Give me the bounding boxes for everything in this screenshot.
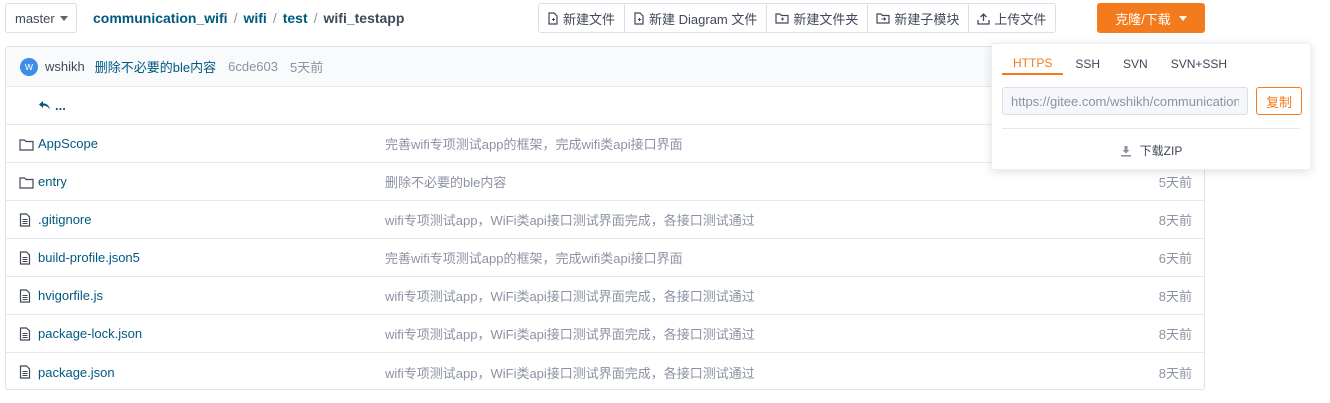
divider [1002, 128, 1300, 129]
clone-url-input[interactable] [1002, 87, 1248, 115]
tab-https[interactable]: HTTPS [1002, 52, 1064, 75]
file-icon [19, 251, 31, 268]
file-name[interactable]: AppScope [38, 136, 98, 151]
new-submodule-button[interactable]: 新建子模块 [867, 3, 970, 33]
new-diagram-label: 新建 Diagram 文件 [649, 11, 758, 27]
file-commit-time: 6天前 [1158, 251, 1192, 266]
file-icon [19, 365, 31, 382]
new-diagram-button[interactable]: 新建 Diagram 文件 [624, 3, 768, 33]
back-label: ... [55, 98, 66, 113]
file-name[interactable]: build-profile.json5 [38, 250, 140, 265]
branch-select[interactable]: master [5, 3, 77, 33]
file-icon [19, 213, 31, 230]
branch-label: master [15, 10, 55, 26]
breadcrumb-dir-wifi[interactable]: wifi [243, 10, 266, 26]
file-actions-group: 新建文件 新建 Diagram 文件 新建文件夹 新建子模块 上传文件 [538, 3, 1057, 33]
file-name[interactable]: entry [38, 174, 67, 189]
file-commit-message[interactable]: 完善wifi专项测试app的框架，完成wifi类api接口界面 [385, 248, 683, 267]
file-commit-message[interactable]: wifi专项测试app，WiFi类api接口测试界面完成，各接口测试通过 [385, 286, 755, 305]
file-commit-message[interactable]: 完善wifi专项测试app的框架，完成wifi类api接口界面 [385, 134, 683, 153]
submodule-icon [876, 13, 890, 24]
file-name[interactable]: package-lock.json [38, 326, 142, 341]
back-link[interactable]: ... [38, 98, 66, 113]
file-commit-time: 8天前 [1158, 289, 1192, 304]
download-zip-label: 下载ZIP [1139, 144, 1183, 158]
file-commit-message[interactable]: wifi专项测试app，WiFi类api接口测试界面完成，各接口测试通过 [385, 363, 755, 382]
tab-ssh[interactable]: SSH [1064, 52, 1111, 75]
file-name[interactable]: package.json [38, 365, 115, 380]
commit-author[interactable]: wshikh [45, 59, 85, 74]
upload-label: 上传文件 [994, 11, 1047, 27]
new-submodule-label: 新建子模块 [894, 11, 960, 27]
new-folder-button[interactable]: 新建文件夹 [766, 3, 869, 33]
avatar[interactable]: w [20, 57, 38, 76]
file-row[interactable]: hvigorfile.js wifi专项测试app，WiFi类api接口测试界面完… [6, 277, 1204, 315]
new-file-button[interactable]: 新建文件 [538, 3, 626, 33]
file-name[interactable]: .gitignore [38, 212, 91, 227]
file-commit-time: 8天前 [1158, 365, 1192, 381]
clone-protocol-tabs: HTTPS SSH SVN SVN+SSH [1002, 52, 1239, 75]
file-row[interactable]: package.json wifi专项测试app，WiFi类api接口测试界面完成… [6, 353, 1204, 391]
file-row[interactable]: package-lock.json wifi专项测试app，WiFi类api接口测… [6, 315, 1204, 353]
download-zip-button[interactable]: 下载ZIP [992, 142, 1310, 159]
upload-file-button[interactable]: 上传文件 [968, 3, 1057, 33]
breadcrumb-separator: / [272, 10, 277, 26]
copy-button[interactable]: 复制 [1256, 87, 1302, 115]
folder-icon [19, 176, 34, 192]
file-name[interactable]: hvigorfile.js [38, 288, 103, 303]
file-commit-time: 8天前 [1158, 327, 1192, 342]
chevron-down-icon [1178, 15, 1187, 21]
commit-time: 5天前 [290, 60, 324, 75]
clone-download-button[interactable]: 克隆/下载 [1097, 3, 1205, 33]
chevron-down-icon [60, 16, 68, 21]
breadcrumb-dir-test[interactable]: test [283, 10, 308, 26]
file-row[interactable]: build-profile.json5 完善wifi专项测试app的框架，完成wi… [6, 239, 1204, 277]
file-commit-time: 5天前 [1158, 175, 1192, 190]
reply-arrow-icon [39, 101, 50, 110]
new-file-icon [548, 11, 558, 25]
file-commit-time: 8天前 [1158, 213, 1192, 228]
breadcrumb-current: wifi_testapp [323, 10, 405, 26]
file-commit-message[interactable]: 删除不必要的ble内容 [385, 172, 506, 191]
file-commit-message[interactable]: wifi专项测试app，WiFi类api接口测试界面完成，各接口测试通过 [385, 324, 755, 343]
new-file-icon [634, 11, 644, 25]
breadcrumb: communication_wifi / wifi / test / wifi_… [93, 10, 404, 26]
commit-sha[interactable]: 6cde603 [228, 59, 278, 74]
new-file-label: 新建文件 [563, 11, 616, 27]
file-commit-message[interactable]: wifi专项测试app，WiFi类api接口测试界面完成，各接口测试通过 [385, 210, 755, 229]
new-folder-icon [775, 13, 789, 24]
clone-dropdown: HTTPS SSH SVN SVN+SSH 复制 下载ZIP [991, 43, 1311, 170]
breadcrumb-repo[interactable]: communication_wifi [93, 10, 228, 26]
file-icon [19, 289, 31, 306]
tab-svn[interactable]: SVN [1112, 52, 1159, 75]
file-icon [19, 327, 31, 344]
tab-svn-ssh[interactable]: SVN+SSH [1160, 52, 1238, 75]
breadcrumb-separator: / [313, 10, 318, 26]
download-icon [1120, 145, 1131, 157]
clone-label: 克隆/下载 [1115, 11, 1171, 27]
breadcrumb-separator: / [233, 10, 238, 26]
upload-icon [977, 12, 991, 25]
commit-message[interactable]: 删除不必要的ble内容 [95, 57, 216, 76]
file-row[interactable]: .gitignore wifi专项测试app，WiFi类api接口测试界面完成，各… [6, 201, 1204, 239]
new-folder-label: 新建文件夹 [793, 11, 859, 27]
folder-icon [19, 138, 34, 154]
